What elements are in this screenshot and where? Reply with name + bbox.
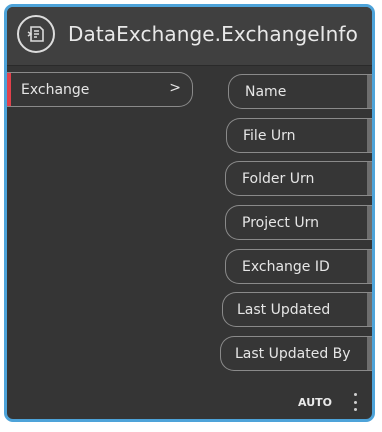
output-port-label: Name xyxy=(245,83,287,100)
output-marker xyxy=(367,337,372,370)
output-port-label: Folder Urn xyxy=(242,170,315,187)
output-marker xyxy=(367,206,372,239)
input-port-exchange[interactable]: Exchange > xyxy=(7,72,193,107)
output-marker xyxy=(367,75,372,108)
input-arrow-icon: > xyxy=(169,80,181,96)
menu-dot xyxy=(353,393,357,396)
output-port-exchange-id[interactable]: Exchange ID xyxy=(225,249,372,284)
output-port-label: File Urn xyxy=(243,127,296,144)
output-port-project-urn[interactable]: Project Urn xyxy=(225,205,372,240)
more-vertical-icon[interactable] xyxy=(352,393,358,411)
node-title: DataExchange.ExchangeInfo xyxy=(68,22,358,46)
output-port-label: Last Updated xyxy=(237,301,331,318)
input-required-marker xyxy=(7,73,11,106)
output-marker xyxy=(367,293,372,326)
lacing-label[interactable]: AUTO xyxy=(298,396,332,409)
output-marker xyxy=(367,250,372,283)
output-port-label: Exchange ID xyxy=(242,258,330,275)
output-port-last-updated[interactable]: Last Updated xyxy=(222,292,372,327)
menu-dot xyxy=(353,400,357,404)
output-port-file-urn[interactable]: File Urn xyxy=(226,118,372,153)
data-exchange-glyph xyxy=(27,26,44,42)
output-port-label: Last Updated By xyxy=(235,345,351,362)
output-marker xyxy=(367,162,372,195)
menu-dot xyxy=(353,408,357,411)
node-header[interactable]: DataExchange.ExchangeInfo xyxy=(7,7,372,66)
input-port-label: Exchange xyxy=(21,81,90,98)
output-port-last-updated-by[interactable]: Last Updated By xyxy=(220,336,372,371)
node-data-exchange-exchangeinfo[interactable]: DataExchange.ExchangeInfo Exchange > Nam… xyxy=(4,4,375,422)
data-exchange-icon xyxy=(17,15,55,53)
output-port-name[interactable]: Name xyxy=(228,74,372,109)
output-port-folder-urn[interactable]: Folder Urn xyxy=(225,161,372,196)
output-port-label: Project Urn xyxy=(242,214,319,231)
output-marker xyxy=(367,119,372,152)
